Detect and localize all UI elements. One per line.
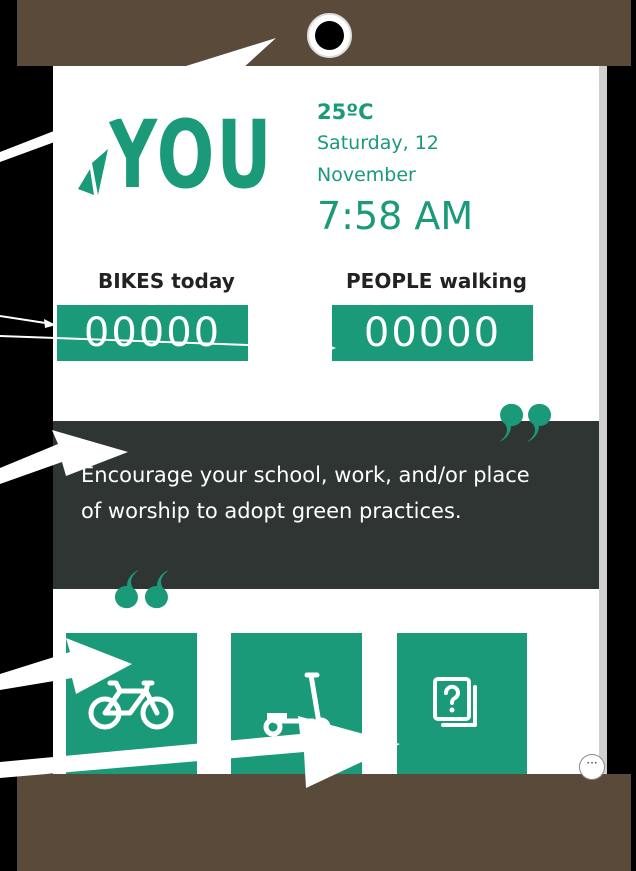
annotation-arrow-bike-tile [0,638,132,694]
annotation-arrow-camera [0,38,276,162]
annotation-arrow-people [0,335,331,349]
annotation-arrows [0,38,400,788]
annotation-arrow-quiz-tile [0,716,400,788]
annotation-arrow-quote [0,430,128,484]
